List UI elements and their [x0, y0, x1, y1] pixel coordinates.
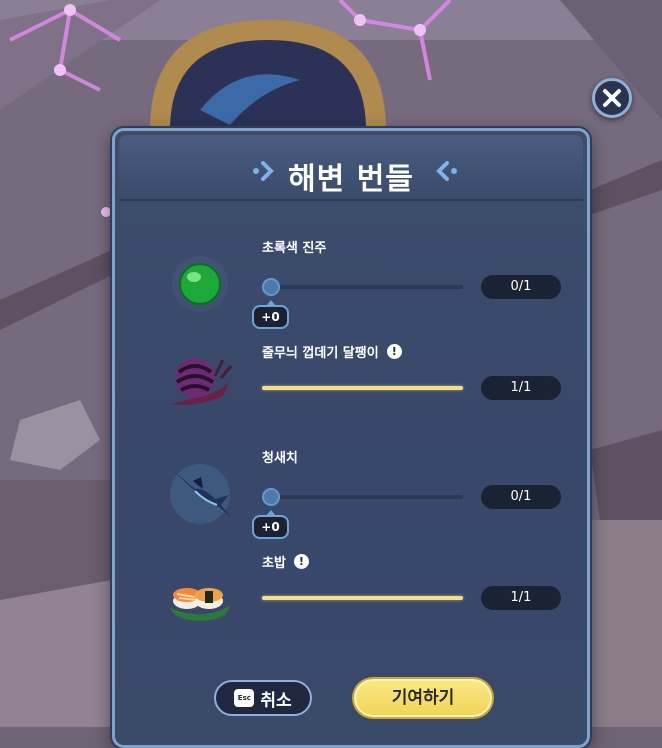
item-name: 줄무늬 껍데기 달팽이 ! — [262, 342, 402, 361]
item-name-text: 청새치 — [262, 451, 298, 466]
item-name: 청새치 — [262, 447, 298, 466]
item-name: 초록색 진주 — [262, 237, 326, 256]
progress-slider — [262, 386, 463, 390]
item-count: 0/1 — [481, 485, 561, 509]
cancel-button-label: 취소 — [260, 690, 292, 711]
progress-fill — [262, 596, 463, 600]
slider-knob[interactable] — [262, 488, 280, 506]
right-title-ornament-icon — [436, 161, 457, 181]
bundle-panel: 해변 번들 초록색 진주 0/1 +0 줄무늬 껍데기 달팽이 ! 1/1 청새… — [112, 128, 590, 748]
item-name-text: 초밥 — [262, 556, 286, 571]
item-count: 1/1 — [481, 376, 561, 400]
warning-icon[interactable]: ! — [386, 344, 402, 359]
progress-fill — [262, 386, 463, 390]
item-count: 1/1 — [481, 586, 561, 610]
item-count: 0/1 — [481, 275, 561, 299]
sushi-icon — [169, 588, 231, 621]
close-icon — [603, 89, 621, 107]
delta-badge: +0 — [252, 510, 289, 539]
esc-key-icon: Esc — [234, 689, 255, 707]
slider-knob[interactable] — [262, 278, 280, 296]
progress-slider[interactable] — [262, 278, 463, 296]
contribute-button[interactable]: 기여하기 — [354, 679, 492, 717]
cancel-button[interactable]: Esc 취소 — [214, 680, 312, 716]
item-name-text: 줄무늬 껍데기 달팽이 — [262, 346, 379, 361]
green-pearl-icon — [172, 256, 228, 312]
progress-slider — [262, 596, 463, 600]
delta-badge: +0 — [252, 300, 289, 329]
page-title: 해변 번들 — [288, 162, 414, 197]
panel-header: 해변 번들 — [119, 135, 583, 201]
close-button[interactable] — [592, 78, 632, 118]
item-name: 초밥 ! — [262, 552, 309, 571]
item-name-text: 초록색 진주 — [262, 241, 327, 256]
progress-slider[interactable] — [262, 488, 463, 506]
warning-icon[interactable]: ! — [293, 554, 309, 569]
striped-shell-snail-icon — [171, 358, 233, 405]
marlin-icon — [170, 464, 231, 524]
